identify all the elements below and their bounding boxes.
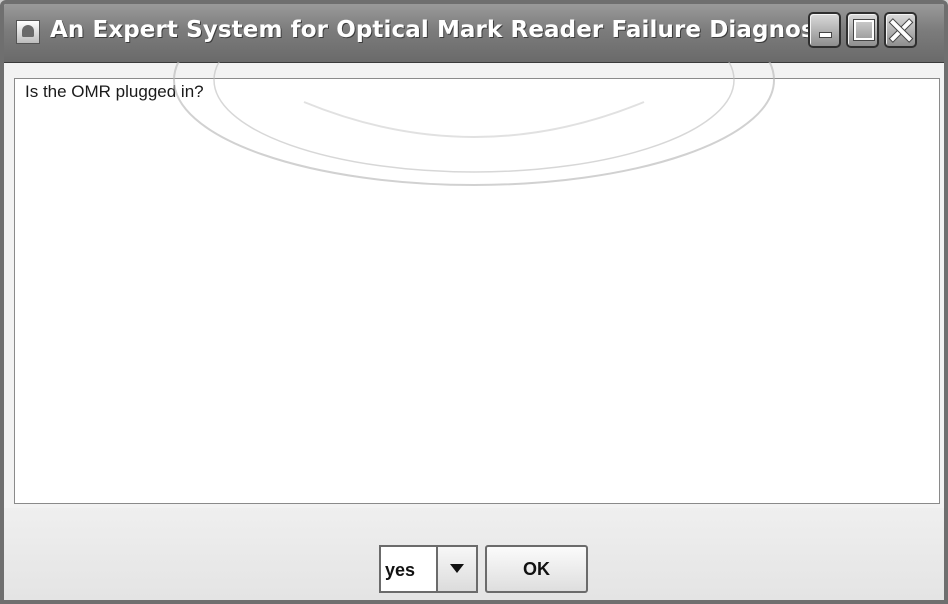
dropdown-arrow-icon[interactable]: [436, 547, 476, 591]
answer-combobox[interactable]: yes: [379, 545, 478, 593]
minimize-button[interactable]: [808, 12, 841, 48]
question-text: Is the OMR plugged in?: [25, 82, 204, 101]
bottom-button-bar: yes OK: [4, 508, 944, 600]
app-window: An Expert System for Optical Mark Reader…: [0, 0, 948, 604]
title-bar[interactable]: An Expert System for Optical Mark Reader…: [4, 4, 944, 63]
window-title: An Expert System for Optical Mark Reader…: [50, 17, 837, 43]
java-app-icon: [16, 20, 40, 44]
maximize-button[interactable]: [846, 12, 879, 48]
ok-button[interactable]: OK: [485, 545, 588, 593]
close-button[interactable]: [884, 12, 917, 48]
answer-selected-value: yes: [385, 560, 416, 580]
question-text-area[interactable]: Is the OMR plugged in?: [14, 78, 940, 504]
